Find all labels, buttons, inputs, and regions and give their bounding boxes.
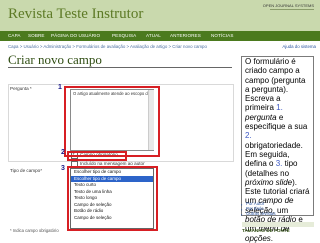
main-nav: CAPA SOBRE PÁGINA DO USUÁRIO PESQUISA AT… — [0, 31, 320, 41]
link-outras-revistas[interactable]: Outras revistas — [246, 211, 276, 216]
nav-atual[interactable]: ATUAL — [146, 33, 161, 38]
nav-capa[interactable]: CAPA — [8, 33, 21, 38]
font-size-heading: TAMANHO DE FONTE — [242, 228, 290, 233]
nav-sobre[interactable]: SOBRE — [28, 33, 45, 38]
help-link[interactable]: Ajuda do sistema — [282, 44, 316, 49]
step-marker-2: 2 — [61, 149, 65, 156]
step-marker-1: 1 — [58, 84, 62, 91]
step-marker-3: 3 — [61, 165, 65, 172]
nav-anteriores[interactable]: ANTERIORES — [170, 33, 201, 38]
font-size-divider — [242, 222, 314, 227]
nav-noticias[interactable]: NOTÍCIAS — [211, 33, 234, 38]
highlight-question — [64, 86, 160, 157]
bullet-icon: ▪ — [241, 212, 243, 217]
breadcrumb[interactable]: Capa > Usuário > Administração > Formulá… — [8, 44, 207, 49]
nav-pagina-usuario[interactable]: PÁGINA DO USUÁRIO — [51, 33, 100, 38]
question-label: Pergunta * — [10, 86, 32, 91]
field-type-label: Tipo de campo* — [10, 168, 43, 173]
required-note: * Indica campo obrigatório — [10, 228, 59, 233]
site-title[interactable]: Revista Teste Instrutor — [8, 6, 143, 23]
nav-pesquisa[interactable]: PESQUISA — [112, 33, 136, 38]
ojs-divider — [270, 9, 314, 10]
ojs-label: OPEN JOURNAL SYSTEMS — [262, 3, 314, 8]
title-divider — [8, 67, 232, 68]
page-title: Criar novo campo — [8, 52, 102, 67]
highlight-required — [67, 151, 127, 161]
highlight-field-type — [67, 166, 158, 231]
instruction-callout: O formulário é criado campo a campo (per… — [241, 56, 314, 243]
